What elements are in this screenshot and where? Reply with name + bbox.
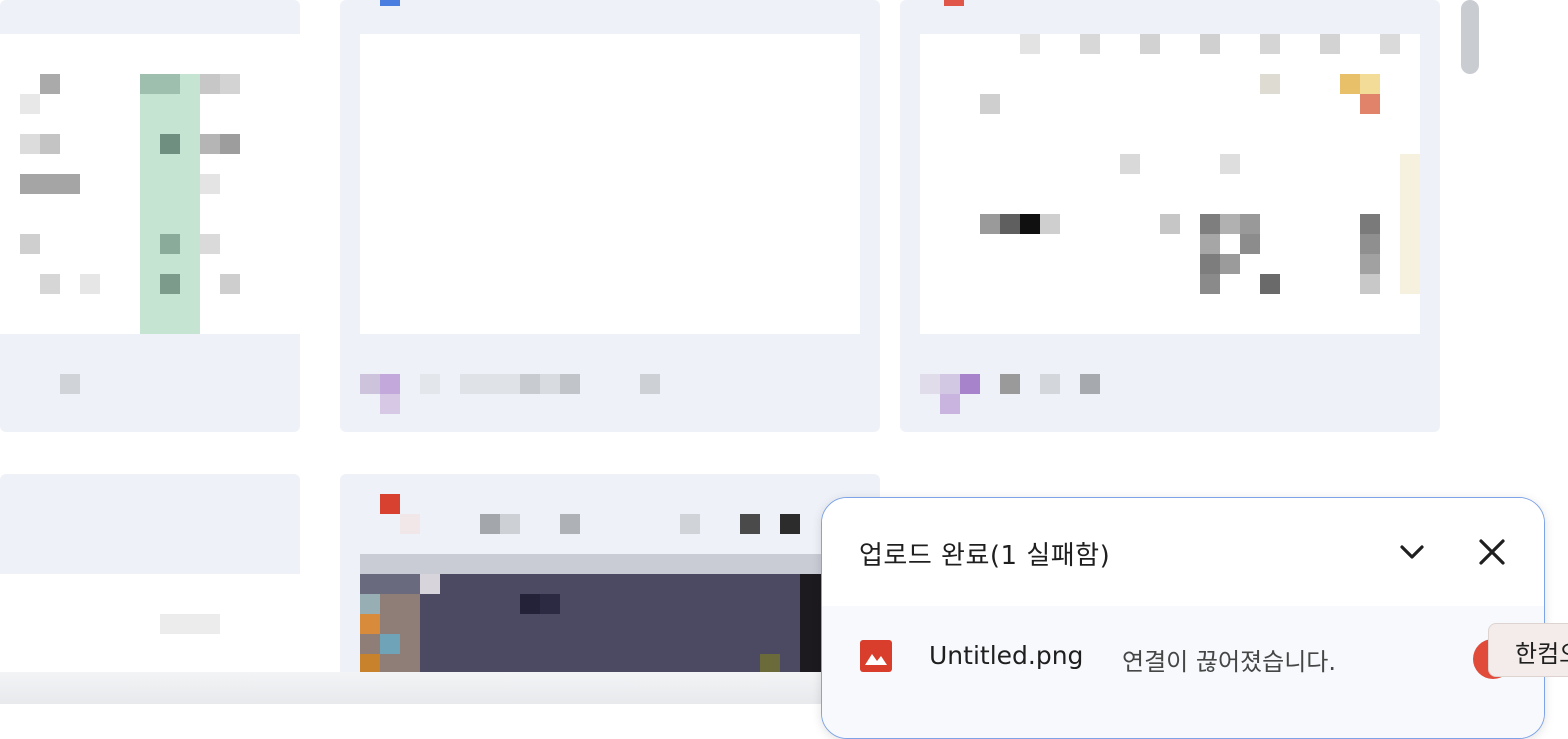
file-name: Untitled.png [929,641,1084,670]
upload-panel-title: 업로드 완료(1 실패함) [859,541,1111,571]
file-card[interactable] [0,0,300,432]
upload-list: Untitled.png 연결이 끊어졌습니다. [822,606,1544,738]
file-thumbnail [920,34,1420,334]
upload-panel-header: 업로드 완료(1 실패함) [822,498,1544,606]
upload-status-panel: 업로드 완료(1 실패함) Untitled.png 연결이 끊어졌습니다. [821,497,1545,739]
file-thumbnail [0,34,300,334]
bottom-bar [0,672,840,704]
upload-status-text: 연결이 끊어졌습니다. [1122,648,1336,676]
file-card[interactable] [340,474,880,704]
file-thumbnail [360,34,860,334]
file-card[interactable] [900,0,1440,432]
tooltip: 한컴오 [1488,623,1568,677]
chevron-down-icon [1400,545,1424,559]
close-button[interactable] [1472,532,1512,572]
scrollbar-thumb[interactable] [1461,0,1479,74]
file-card[interactable] [0,474,300,704]
image-file-icon [860,640,892,672]
file-card[interactable] [340,0,880,432]
close-icon [1479,539,1505,565]
collapse-button[interactable] [1392,532,1432,572]
